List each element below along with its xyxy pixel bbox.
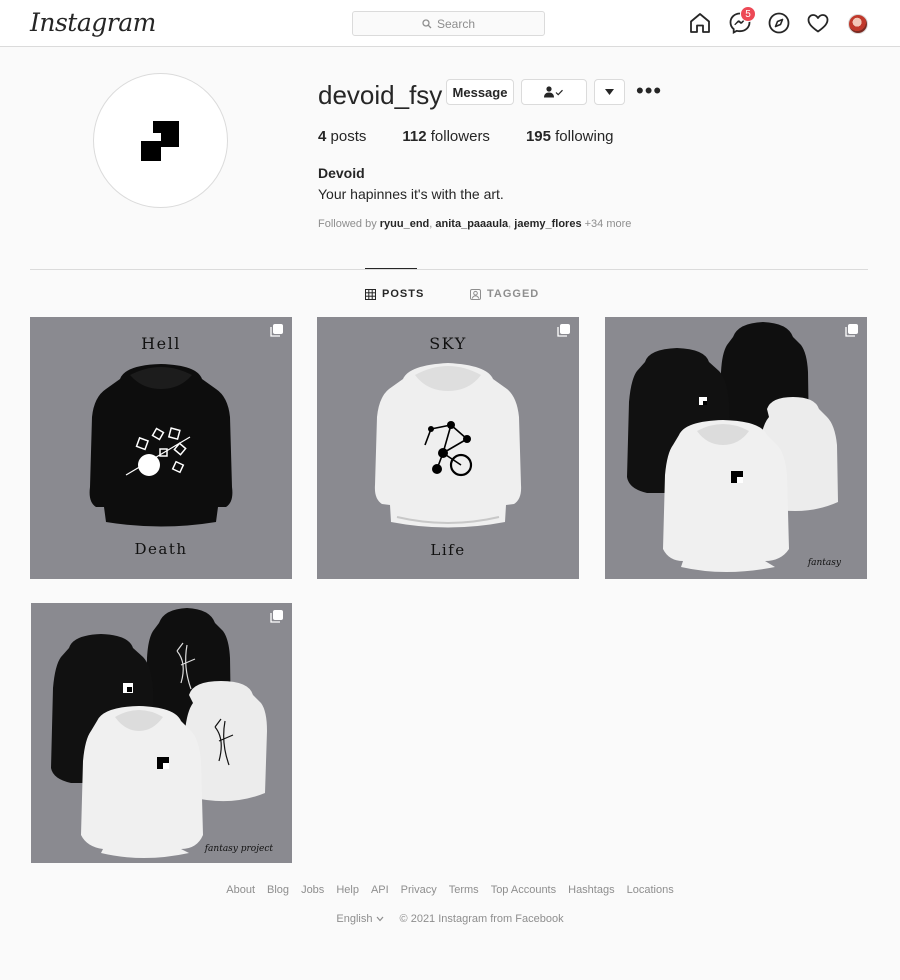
- tabs-divider: [30, 269, 868, 270]
- grid-icon: [365, 288, 376, 300]
- footer-link[interactable]: Locations: [627, 884, 674, 896]
- followed-by-prefix: Followed by: [318, 218, 377, 230]
- chevron-down-icon: [605, 89, 614, 95]
- footer-link[interactable]: Terms: [449, 884, 479, 896]
- explore-icon[interactable]: [767, 11, 791, 35]
- footer-links: About Blog Jobs Help API Privacy Terms T…: [0, 884, 900, 896]
- fantasy-project-image: fantasy project: [31, 603, 292, 863]
- post-thumbnail[interactable]: SKY Life: [317, 317, 579, 579]
- suggestions-dropdown-button[interactable]: [594, 79, 625, 105]
- post-bottom-text: Life: [430, 541, 465, 559]
- post-top-text: SKY: [429, 334, 467, 353]
- copyright-text: © 2021 Instagram from Facebook: [399, 913, 564, 925]
- devoid-logo-icon: [141, 121, 179, 161]
- active-tab-indicator: [365, 268, 417, 269]
- carousel-icon: [845, 324, 858, 337]
- followers-stat[interactable]: 112 followers: [402, 128, 490, 145]
- footer-link[interactable]: Jobs: [301, 884, 324, 896]
- post-bottom-text: Death: [134, 540, 187, 558]
- profile-username: devoid_fsy: [318, 80, 443, 110]
- profile-stats: 4 posts 112 followers 195 following: [318, 128, 614, 145]
- carousel-icon: [270, 324, 283, 337]
- footer-link[interactable]: API: [371, 884, 389, 896]
- tab-tagged-label: TAGGED: [487, 288, 540, 300]
- post-top-text: Hell: [141, 334, 181, 353]
- tab-posts[interactable]: POSTS: [365, 288, 424, 300]
- footer-link[interactable]: About: [226, 884, 255, 896]
- instagram-logo[interactable]: Instagram: [30, 8, 156, 37]
- followed-by-user: ryuu_end: [379, 218, 430, 230]
- carousel-icon: [557, 324, 570, 337]
- footer-bottom: English © 2021 Instagram from Facebook: [0, 913, 900, 925]
- more-options-icon[interactable]: •••: [636, 80, 662, 102]
- following-button[interactable]: [521, 79, 587, 105]
- black-hoodie-image: Hell Death: [30, 317, 292, 579]
- profile-picture[interactable]: [93, 73, 228, 208]
- hoodie-collection-image: fantasy: [605, 317, 867, 579]
- followed-by-line[interactable]: Followed by ryuu_end, anita_paaaula, jae…: [318, 218, 631, 230]
- chevron-down-icon: [376, 916, 384, 922]
- posts-stat: 4 posts: [318, 128, 366, 145]
- footer-link[interactable]: Hashtags: [568, 884, 614, 896]
- following-stat[interactable]: 195 following: [526, 128, 614, 145]
- footer-link[interactable]: Help: [336, 884, 359, 896]
- tab-tagged[interactable]: TAGGED: [470, 288, 539, 300]
- white-hoodie-image: SKY Life: [317, 317, 579, 579]
- search-icon: [422, 18, 432, 28]
- profile-full-name: Devoid: [318, 165, 365, 181]
- message-button[interactable]: Message: [446, 79, 514, 105]
- footer-link[interactable]: Top Accounts: [491, 884, 556, 896]
- tagged-user-icon: [470, 288, 481, 300]
- followers-label: followers: [430, 128, 490, 145]
- following-count: 195: [525, 128, 551, 145]
- posts-count: 4: [318, 128, 327, 145]
- footer-link[interactable]: Privacy: [401, 884, 437, 896]
- followed-by-user: jaemy_flores: [514, 218, 582, 230]
- following-label: following: [555, 128, 614, 145]
- post-thumbnail[interactable]: fantasy: [605, 317, 867, 579]
- followed-by-more: +34 more: [584, 218, 632, 230]
- carousel-icon: [270, 610, 283, 623]
- user-check-icon: [544, 86, 563, 98]
- language-select[interactable]: English: [336, 913, 384, 925]
- language-label: English: [336, 913, 373, 925]
- followed-by-user: anita_paaaula: [435, 218, 509, 230]
- post-caption: fantasy: [807, 558, 842, 568]
- home-icon[interactable]: [688, 11, 712, 35]
- posts-label: posts: [330, 128, 367, 145]
- profile-bio: Your hapinnes it's with the art.: [318, 186, 504, 202]
- post-thumbnail[interactable]: fantasy project: [31, 603, 292, 863]
- messenger-icon[interactable]: 5: [728, 6, 756, 35]
- profile-avatar-icon[interactable]: [848, 14, 868, 34]
- top-navigation: Instagram Search 5: [0, 0, 900, 47]
- search-input[interactable]: Search: [352, 11, 545, 36]
- search-placeholder: Search: [436, 16, 476, 31]
- tab-posts-label: POSTS: [382, 288, 425, 300]
- heart-icon[interactable]: [806, 11, 830, 35]
- post-caption: fantasy project: [204, 844, 274, 854]
- footer-link[interactable]: Blog: [267, 884, 289, 896]
- messages-badge: 5: [740, 6, 756, 22]
- followers-count: 112: [402, 128, 427, 145]
- post-thumbnail[interactable]: Hell Death: [30, 317, 292, 579]
